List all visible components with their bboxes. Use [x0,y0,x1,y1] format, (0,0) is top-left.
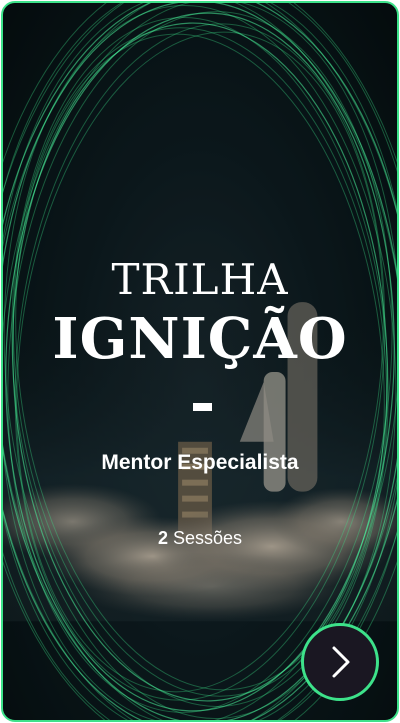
trail-card[interactable]: TRILHA IGNIÇÃO Mentor Especialista 2 Ses… [1,1,399,722]
trail-label: TRILHA [111,255,289,304]
next-button[interactable] [301,623,379,701]
sessions-label: Sessões [172,528,243,548]
sessions-info: 2 Sessões [3,525,397,551]
mentor-subtitle: Mentor Especialista [101,451,299,474]
title-divider [193,403,212,411]
sessions-count: 2 [157,528,168,548]
chevron-right-icon [332,646,350,678]
trail-title: IGNIÇÃO [52,306,348,372]
